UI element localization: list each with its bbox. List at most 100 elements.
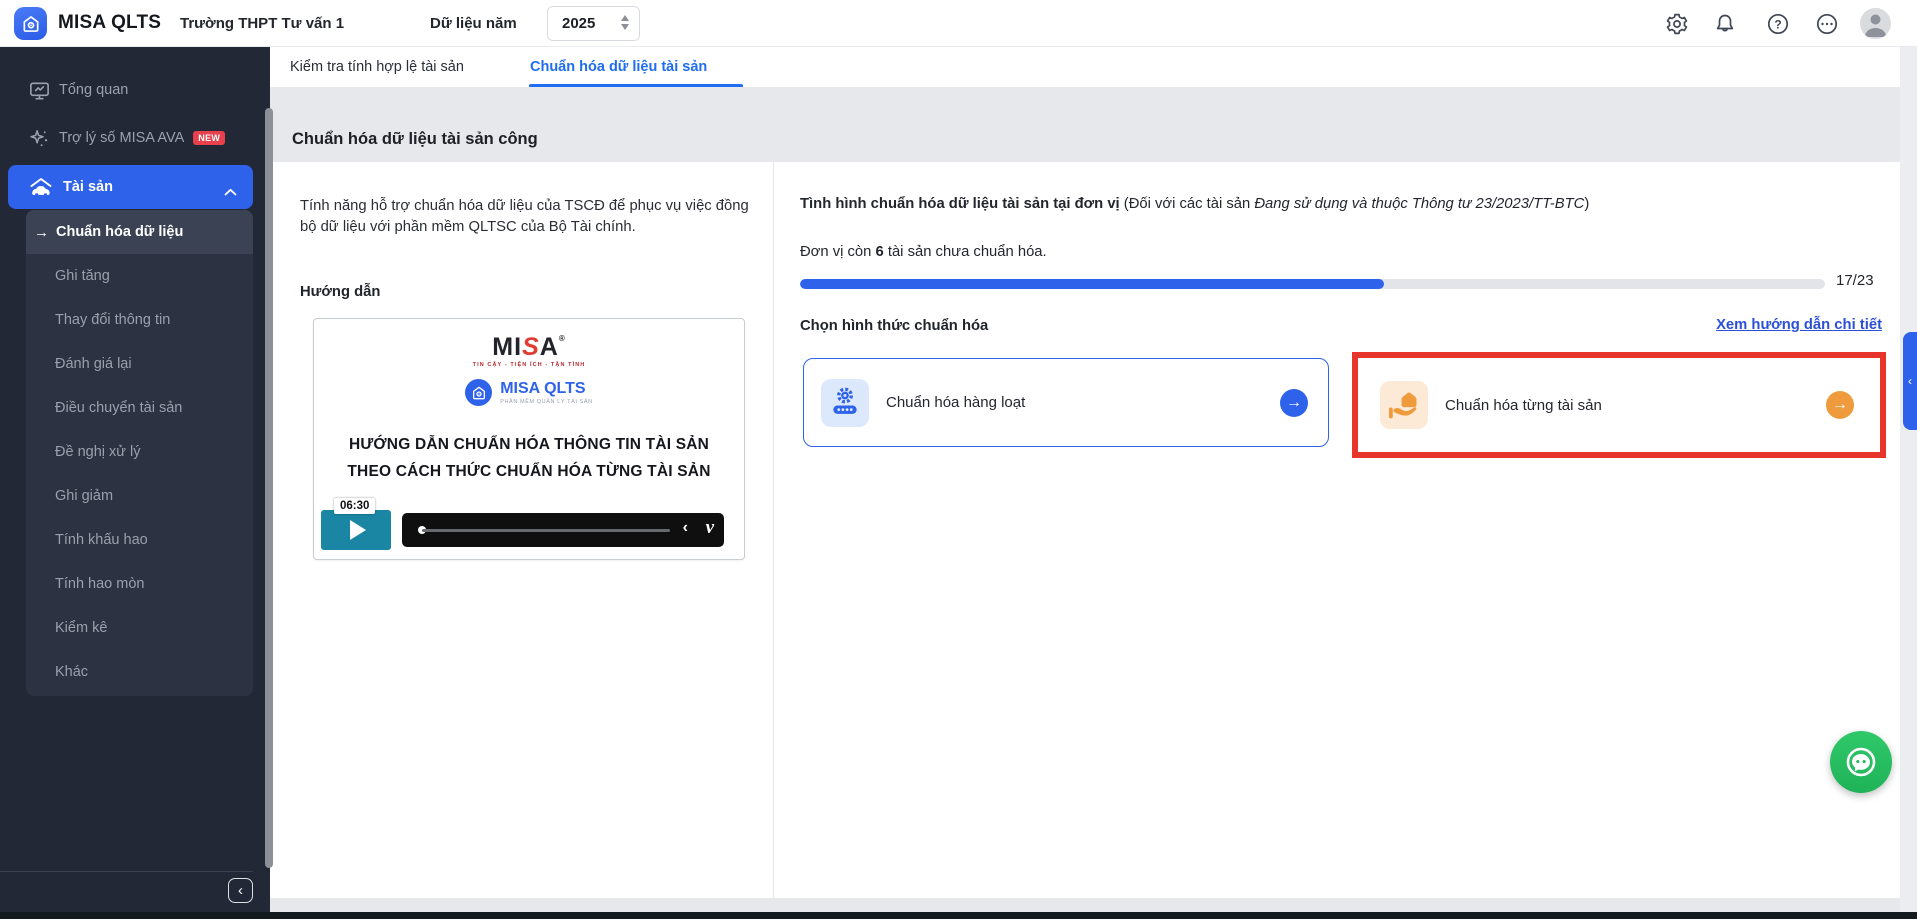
player-chevron-icon[interactable]: ‹ <box>683 519 688 537</box>
video-play-button[interactable] <box>321 510 391 550</box>
app-name: MISA QLTS <box>58 12 161 34</box>
submenu-item-khac[interactable]: Khác <box>26 650 253 694</box>
progress-count-label: 17/23 <box>1836 272 1874 289</box>
tab-bar: Kiểm tra tính hợp lệ tài sản Chuẩn hóa d… <box>270 47 1900 88</box>
hand-house-icon <box>1380 381 1428 429</box>
vimeo-logo-icon[interactable]: v <box>706 517 714 539</box>
status-heading: Tình hình chuẩn hóa dữ liệu tài sản tại … <box>800 196 1885 212</box>
submenu-item-kiem-ke[interactable]: Kiểm kê <box>26 606 253 650</box>
active-arrow-icon: → <box>34 224 49 241</box>
submenu-item-label: Chuẩn hóa dữ liệu <box>56 224 183 240</box>
misa-tagline: TIN CẬY - TIỆN ÍCH - TẬN TÌNH <box>314 362 744 368</box>
new-badge: NEW <box>193 131 225 145</box>
submenu-item-dieu-chuyen-tai-san[interactable]: Điều chuyển tài sản <box>26 386 253 430</box>
arrow-right-icon[interactable]: → <box>1826 391 1854 419</box>
column-divider <box>773 162 774 898</box>
submenu-item-de-nghi-xu-ly[interactable]: Đề nghị xử lý <box>26 430 253 474</box>
sidebar-item-label: Trợ lý số MISA AVA <box>59 130 184 146</box>
year-label: Dữ liệu năm <box>430 15 517 32</box>
question-glyph: ? <box>1774 18 1781 32</box>
help-icon[interactable]: ? <box>1766 12 1790 36</box>
misa-qlts-app: MISA QLTS Trường THPT Tư vấn 1 Dữ liệu n… <box>0 0 1917 919</box>
standardization-progress-bar <box>800 279 1825 289</box>
organization-name[interactable]: Trường THPT Tư vấn 1 <box>180 15 344 32</box>
play-icon <box>350 520 366 540</box>
product-subtitle: PHẦN MỀM QUẢN LÝ TÀI SẢN <box>500 399 593 405</box>
misa-brand-logo: MISA® TIN CẬY - TIỆN ÍCH - TẬN TÌNH <box>314 335 744 368</box>
submenu-item-label: Tính khấu hao <box>55 532 148 548</box>
video-control-bar[interactable]: ‹ v <box>402 513 724 547</box>
card-chuan-hoa-tung-tai-san-highlight[interactable]: Chuẩn hóa từng tài sản → <box>1352 352 1886 458</box>
spinner-up-icon[interactable] <box>621 15 629 21</box>
submenu-item-ghi-giam[interactable]: Ghi giảm <box>26 474 253 518</box>
user-avatar[interactable] <box>1860 8 1891 39</box>
support-chat-button[interactable] <box>1830 731 1892 793</box>
choose-method-label: Chọn hình thức chuẩn hóa <box>800 318 988 334</box>
avatar-person-icon <box>1860 8 1891 39</box>
tai-san-submenu: → Chuẩn hóa dữ liệu Ghi tăng Thay đổi th… <box>26 210 253 696</box>
tab-kiem-tra-hop-le[interactable]: Kiểm tra tính hợp lệ tài sản <box>290 47 464 88</box>
submenu-item-label: Thay đổi thông tin <box>55 312 170 328</box>
submenu-item-label: Điều chuyển tài sản <box>55 400 182 416</box>
video-time-tooltip: 06:30 <box>334 498 375 514</box>
chat-bubble-icon <box>1843 744 1879 780</box>
submenu-item-thay-doi-thong-tin[interactable]: Thay đổi thông tin <box>26 298 253 342</box>
sidebar-collapse-button[interactable]: ‹ <box>228 878 253 903</box>
sidebar-item-tro-ly-ava[interactable]: Trợ lý số MISA AVA NEW <box>0 116 253 160</box>
sparkle-ai-icon <box>28 127 52 150</box>
year-select[interactable]: 2025 <box>547 6 640 41</box>
submenu-item-tinh-khau-hao[interactable]: Tính khấu hao <box>26 518 253 562</box>
submenu-item-chuan-hoa-du-lieu[interactable]: → Chuẩn hóa dữ liệu <box>26 210 253 254</box>
sidebar-footer-divider <box>0 871 253 872</box>
dashboard-monitor-icon <box>28 79 52 102</box>
product-logo-row: MISA QLTS PHẦN MỀM QUẢN LÝ TÀI SẢN <box>314 379 744 406</box>
app-logo[interactable] <box>14 7 47 40</box>
home-logo-icon <box>21 14 41 34</box>
submenu-item-label: Ghi giảm <box>55 488 113 504</box>
bottom-edge-strip <box>0 912 1917 919</box>
page-title-bar: Chuẩn hóa dữ liệu tài sản công <box>270 88 1900 162</box>
year-spinner[interactable] <box>621 15 629 30</box>
submenu-item-ghi-tang[interactable]: Ghi tăng <box>26 254 253 298</box>
view-detail-guide-link[interactable]: Xem hướng dẫn chi tiết <box>1716 317 1882 333</box>
arrow-right-icon[interactable]: → <box>1280 389 1308 417</box>
active-tab-underline <box>529 84 743 87</box>
top-header: MISA QLTS Trường THPT Tư vấn 1 Dữ liệu n… <box>0 0 1917 47</box>
submenu-item-label: Kiểm kê <box>55 620 107 636</box>
submenu-item-label: Tính hao mòn <box>55 576 144 592</box>
sidebar-item-label: Tài sản <box>63 179 113 195</box>
qlts-home-icon <box>465 379 492 406</box>
page-scrollbar[interactable] <box>1900 47 1917 912</box>
sidebar-item-label: Tổng quan <box>59 82 128 98</box>
asset-house-car-icon <box>28 176 54 198</box>
submenu-item-tinh-hao-mon[interactable]: Tính hao mòn <box>26 562 253 606</box>
sidebar-item-tong-quan[interactable]: Tổng quan <box>0 68 253 112</box>
remaining-assets-text: Đơn vị còn 6 tài sản chưa chuẩn hóa. <box>800 244 1047 260</box>
misa-wordmark: MISA® <box>314 335 744 360</box>
submenu-item-label: Đánh giá lại <box>55 356 132 372</box>
video-seekbar[interactable] <box>422 529 670 532</box>
batch-gear-icon <box>821 379 869 427</box>
sidebar-item-tai-san[interactable]: Tài sản <box>8 165 253 209</box>
tab-chuan-hoa-du-lieu[interactable]: Chuẩn hóa dữ liệu tài sản <box>530 47 707 88</box>
right-panel-toggle[interactable]: ‹ <box>1903 332 1917 430</box>
chevron-up-icon <box>224 183 237 201</box>
card-chuan-hoa-hang-loat[interactable]: Chuẩn hóa hàng loạt → <box>803 358 1329 447</box>
submenu-item-label: Đề nghị xử lý <box>55 444 140 460</box>
more-options-icon[interactable] <box>1815 12 1839 36</box>
chevron-left-icon: ‹ <box>1908 374 1912 388</box>
page-title: Chuẩn hóa dữ liệu tài sản công <box>292 130 538 149</box>
feature-description: Tính năng hỗ trợ chuẩn hóa dữ liệu của T… <box>300 196 752 238</box>
spinner-down-icon[interactable] <box>621 24 629 30</box>
sidebar-scrollbar[interactable] <box>265 108 273 868</box>
submenu-item-danh-gia-lai[interactable]: Đánh giá lại <box>26 342 253 386</box>
sidebar-nav: Tổng quan Trợ lý số MISA AVA NEW <box>0 47 270 912</box>
product-name: MISA QLTS <box>500 380 593 398</box>
settings-gear-icon[interactable] <box>1665 12 1689 36</box>
guide-label: Hướng dẫn <box>300 284 380 300</box>
main-content: Tính năng hỗ trợ chuẩn hóa dữ liệu của T… <box>270 162 1900 898</box>
notifications-bell-icon[interactable] <box>1713 12 1737 36</box>
progress-fill <box>800 279 1384 289</box>
submenu-item-label: Khác <box>55 664 88 680</box>
guide-video-thumbnail[interactable]: MISA® TIN CẬY - TIỆN ÍCH - TẬN TÌNH MISA… <box>313 318 745 560</box>
